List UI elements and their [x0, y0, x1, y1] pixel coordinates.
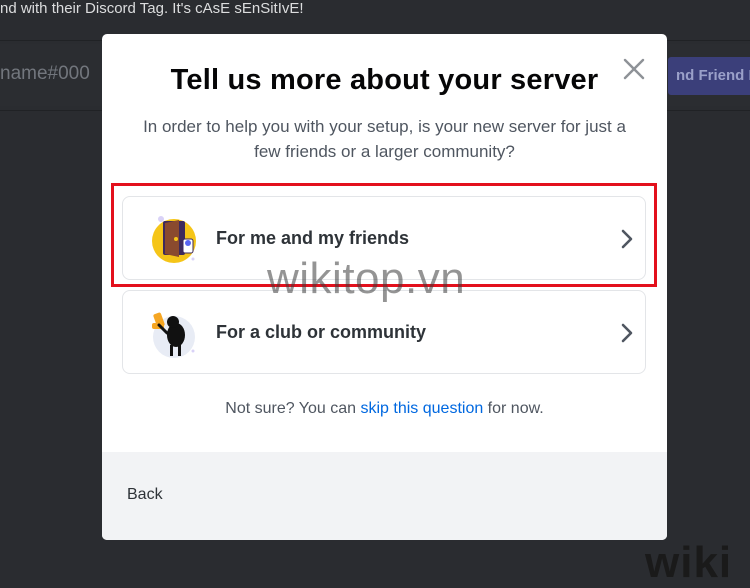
- modal-title: Tell us more about your server: [170, 64, 599, 96]
- hint-prefix: Not sure? You can: [225, 400, 361, 417]
- friends-door-illustration-icon: [149, 213, 199, 265]
- option-label: For me and my friends: [216, 228, 410, 248]
- modal-footer: Back: [102, 452, 667, 540]
- option-label: For a club or community: [216, 322, 427, 342]
- chevron-right-icon: [620, 322, 634, 344]
- back-button[interactable]: Back: [127, 486, 163, 504]
- option-me-and-friends[interactable]: For me and my friends: [122, 196, 646, 280]
- server-purpose-modal: Tell us more about your server In order …: [102, 34, 667, 540]
- hint-suffix: for now.: [483, 400, 544, 417]
- chevron-right-icon: [620, 228, 634, 250]
- modal-subtitle: In order to help you with your setup, is…: [143, 117, 626, 161]
- skip-question-link[interactable]: skip this question: [361, 400, 484, 417]
- skip-hint: Not sure? You can skip this question for…: [102, 400, 667, 418]
- club-mascot-illustration-icon: [149, 307, 199, 359]
- option-club-or-community[interactable]: For a club or community: [122, 290, 646, 374]
